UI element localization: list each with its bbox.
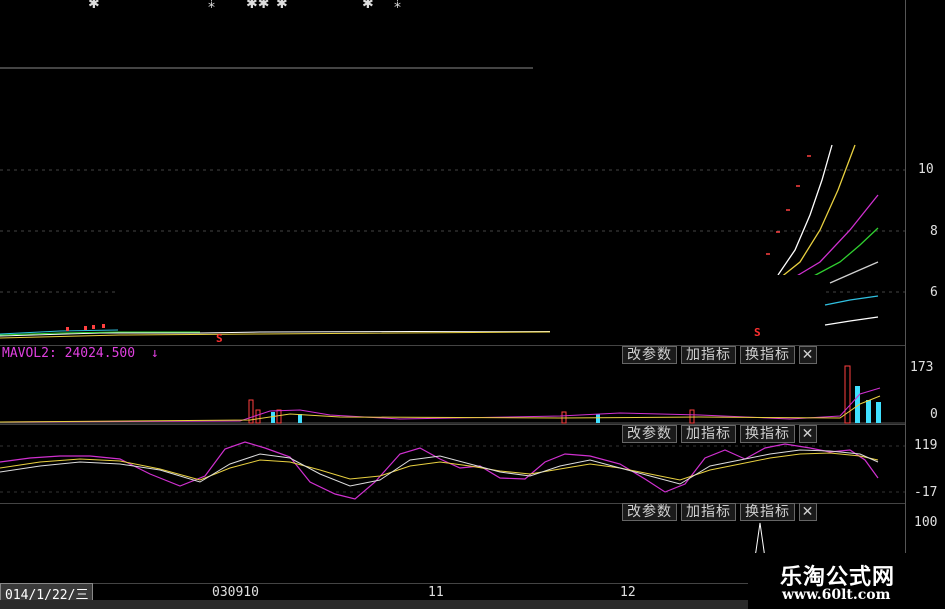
- price-tick-label: 6: [930, 285, 938, 300]
- volume-chart[interactable]: [0, 364, 905, 424]
- masked-region: [118, 275, 824, 331]
- oscillator-line-yellow: [0, 452, 879, 481]
- volume-indicator-value: MAVOL2: 24024.500: [2, 346, 136, 361]
- price-tick-label: 8: [930, 224, 938, 239]
- down-arrow-icon: ↓: [150, 346, 159, 361]
- ma-line-white: [824, 316, 879, 326]
- change-params-button[interactable]: 改参数: [622, 346, 677, 364]
- watermark-url: www.60lt.com: [782, 587, 891, 603]
- volume-bar: [298, 414, 302, 423]
- volume-bar: [255, 409, 261, 424]
- sell-signal-marker: S: [754, 326, 761, 339]
- volume-bar: [596, 414, 600, 423]
- x-axis-label: 11: [428, 585, 444, 600]
- candle: [92, 325, 95, 329]
- volume-tick-label: 173: [910, 360, 934, 375]
- volume-indicator-label: MAVOL2: 24024.500 ↓: [2, 346, 159, 361]
- third-panel-tick-label: 100: [914, 515, 938, 530]
- volume-bar: [866, 400, 871, 423]
- candle: [66, 327, 69, 331]
- volume-toolbar: 改参数 加指标 换指标 ✕: [622, 346, 817, 364]
- oscillator-line-magenta: [0, 441, 879, 500]
- volume-bar: [276, 409, 282, 424]
- volume-bar: [689, 409, 695, 424]
- candle: [84, 326, 87, 330]
- volume-bar: [876, 402, 881, 423]
- oscillator-tick-label: -17: [914, 485, 938, 500]
- add-indicator-button[interactable]: 加指标: [681, 346, 736, 364]
- ma-line-cyan: [824, 295, 879, 306]
- oscillator-chart[interactable]: [0, 424, 905, 504]
- x-axis-label: 030910: [212, 585, 259, 600]
- swap-indicator-button[interactable]: 换指标: [740, 346, 795, 364]
- close-panel-button[interactable]: ✕: [799, 346, 817, 364]
- masked-region: [535, 0, 905, 140]
- volume-tick-label: 0: [930, 407, 938, 422]
- volume-bar: [271, 412, 275, 423]
- oscillator-tick-label: 119: [914, 438, 938, 453]
- oscillator-line-white: [0, 449, 879, 487]
- x-axis-label: 12: [620, 585, 636, 600]
- candle: [102, 324, 105, 328]
- sell-signal-marker: S: [216, 332, 223, 345]
- ma-line-white: [829, 261, 879, 284]
- price-tick-label: 10: [918, 162, 934, 177]
